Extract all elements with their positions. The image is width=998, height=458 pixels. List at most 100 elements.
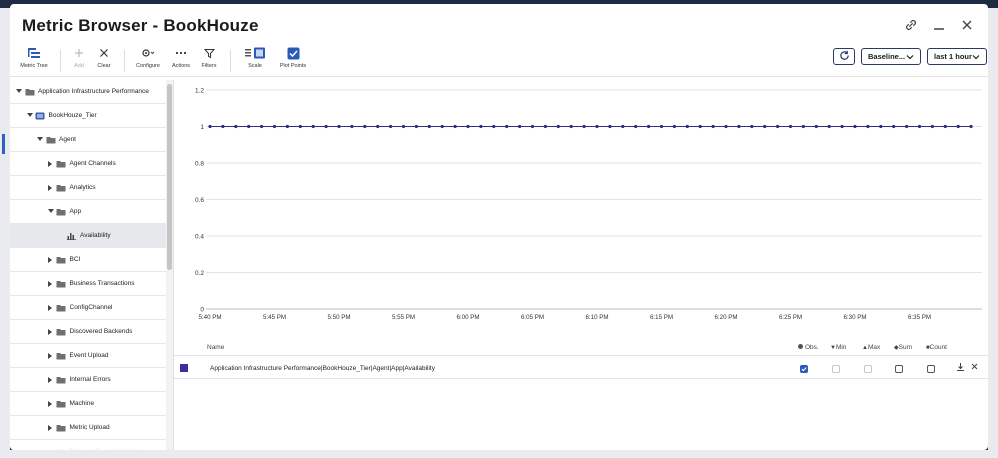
folder-icon — [56, 328, 67, 336]
data-point — [324, 124, 328, 129]
tree-item[interactable]: Analytics — [10, 176, 166, 200]
refresh-button[interactable] — [833, 48, 855, 65]
caret-right-icon[interactable] — [46, 352, 56, 359]
y-tick-label: 0.8 — [195, 161, 204, 168]
tree-scrollbar[interactable] — [166, 80, 173, 450]
data-point — [943, 124, 947, 129]
caret-right-icon[interactable] — [46, 280, 56, 287]
data-point — [737, 124, 741, 129]
folder-icon — [45, 136, 56, 144]
plus-icon — [74, 46, 84, 60]
sum-column-header[interactable]: ◆Sum — [894, 344, 912, 351]
filter-icon — [203, 46, 215, 60]
time-range-dropdown[interactable]: last 1 hour — [927, 48, 987, 65]
data-point — [247, 124, 251, 129]
tree-item[interactable]: BookHouze_Tier — [10, 104, 166, 128]
baseline-dropdown[interactable]: Baseline... — [861, 48, 921, 65]
y-tick-label: 0.6 — [195, 197, 204, 204]
remove-series-icon[interactable] — [971, 363, 978, 372]
minimize-icon[interactable] — [930, 16, 948, 34]
filters-button[interactable]: Filters — [200, 46, 218, 69]
tree-item[interactable]: Agent Channels — [10, 152, 166, 176]
data-point — [285, 124, 289, 129]
clear-button[interactable]: Clear — [96, 46, 112, 69]
caret-right-icon[interactable] — [46, 376, 56, 383]
x-tick-label: 6:15 PM — [650, 314, 673, 321]
data-point — [518, 124, 522, 129]
tree-item-label: Discovered Backends — [69, 328, 133, 335]
sum-checkbox[interactable] — [895, 365, 903, 373]
data-point — [453, 124, 457, 129]
tree-item-label: Event Upload — [69, 352, 109, 359]
tier-icon — [35, 112, 46, 120]
caret-right-icon[interactable] — [46, 328, 56, 335]
count-column-header[interactable]: ■Count — [926, 344, 947, 351]
metric-tree-button[interactable]: Metric Tree — [20, 46, 48, 69]
caret-right-icon[interactable] — [46, 184, 56, 191]
obs-column-header[interactable]: Obs. — [798, 344, 819, 351]
data-point — [853, 124, 857, 129]
tree-item[interactable]: Machine — [10, 392, 166, 416]
tree-item[interactable]: Agent — [10, 128, 166, 152]
tree-item-label: Metric Upload — [69, 424, 110, 431]
modal-title: Metric Browser - BookHouze — [22, 16, 259, 35]
ellipsis-icon — [175, 46, 187, 60]
data-point — [414, 124, 418, 129]
obs-checkbox[interactable] — [800, 365, 808, 373]
tree-item[interactable]: Application Infrastructure Performance — [10, 80, 166, 104]
actions-button[interactable]: Actions — [170, 46, 192, 69]
data-point — [814, 124, 818, 129]
tree-item[interactable]: Internal Errors — [10, 368, 166, 392]
tree-item[interactable]: BCI — [10, 248, 166, 272]
caret-down-icon[interactable] — [35, 137, 45, 142]
scrollbar-thumb[interactable] — [167, 84, 172, 270]
data-point — [634, 124, 638, 129]
caret-down-icon[interactable] — [25, 113, 35, 118]
scale-button[interactable]: Scale — [242, 46, 268, 69]
tree-item[interactable]: Event Upload — [10, 344, 166, 368]
caret-right-icon[interactable] — [46, 424, 56, 431]
close-icon[interactable] — [958, 16, 976, 34]
link-icon[interactable] — [902, 16, 920, 34]
caret-right-icon[interactable] — [46, 400, 56, 407]
add-button[interactable]: Add — [70, 46, 88, 69]
data-point — [608, 124, 612, 129]
plot-points-toggle[interactable]: Plot Points — [278, 46, 308, 69]
configure-button[interactable]: Configure — [134, 46, 162, 69]
min-column-header[interactable]: ▼Min — [830, 344, 846, 351]
legend-row[interactable]: Application Infrastructure Performance|B… — [174, 357, 988, 379]
checkbox-icon — [287, 46, 300, 60]
download-icon[interactable] — [956, 362, 965, 374]
folder-icon — [56, 400, 67, 408]
tree-item[interactable]: Availability — [10, 224, 166, 248]
data-point — [801, 124, 806, 129]
tree-item[interactable]: App — [10, 200, 166, 224]
caret-right-icon[interactable] — [46, 160, 56, 167]
data-point — [892, 124, 896, 129]
caret-down-icon[interactable] — [46, 209, 56, 214]
caret-right-icon[interactable] — [46, 256, 56, 263]
folder-icon — [56, 304, 67, 312]
tree-item[interactable]: ConfigChannel — [10, 296, 166, 320]
tree-item-label: App — [69, 208, 82, 215]
tree-item[interactable]: Metric Upload — [10, 416, 166, 440]
caret-right-icon[interactable] — [46, 304, 56, 311]
data-point — [389, 124, 393, 129]
data-point — [866, 124, 870, 129]
folder-icon — [24, 88, 35, 96]
chart-svg: 0 0.2 0.4 0.6 0.8 1 1.2 5:40 PM 5:45 PM 5:50 PM 5:… — [195, 88, 982, 321]
data-point — [930, 124, 935, 129]
tree-item[interactable]: Discovered Backends — [10, 320, 166, 344]
tree-item-label: Agent — [59, 136, 76, 143]
min-checkbox[interactable] — [832, 365, 840, 373]
max-checkbox[interactable] — [864, 365, 872, 373]
data-point — [750, 124, 754, 129]
count-checkbox[interactable] — [927, 365, 935, 373]
tree-item[interactable]: Business Transactions — [10, 272, 166, 296]
max-column-header[interactable]: ▲Max — [862, 344, 880, 351]
data-point — [260, 124, 264, 129]
caret-down-icon[interactable] — [14, 89, 24, 94]
x-tick-label: 5:45 PM — [263, 314, 286, 321]
data-point — [621, 124, 625, 129]
data-point — [492, 124, 496, 129]
